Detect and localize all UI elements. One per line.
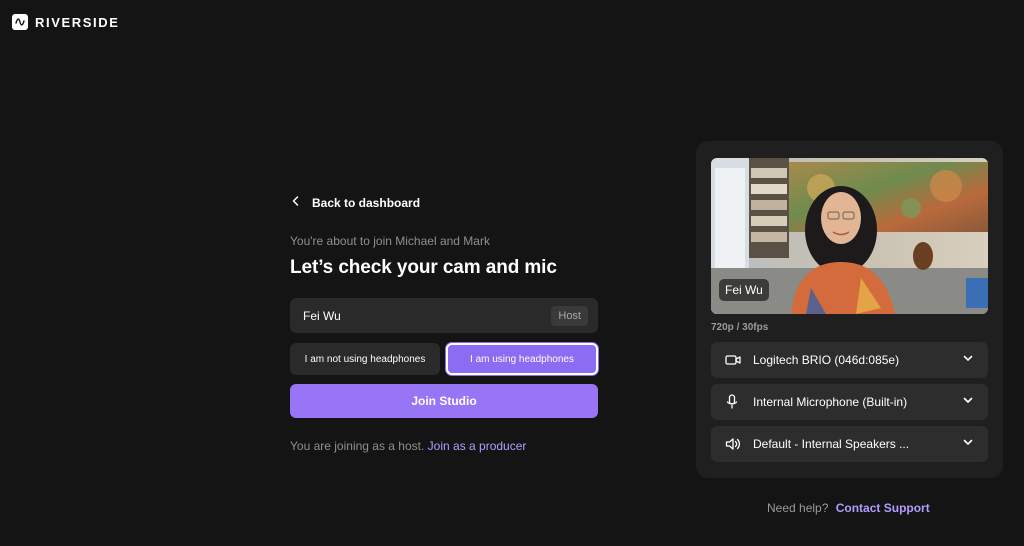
contact-support-link[interactable]: Contact Support [836,501,930,515]
camera-device-label: Logitech BRIO (046d:085e) [753,353,900,367]
page-title: Let’s check your cam and mic [290,257,557,278]
join-form: Back to dashboard You're about to join M… [290,194,598,453]
video-resolution: 720p / 30fps [711,322,769,333]
camera-select[interactable]: Logitech BRIO (046d:085e) [711,342,988,378]
waveform-icon [12,14,28,30]
join-studio-page: RIVERSIDE Back to dashboard You're about… [0,0,1024,546]
chevron-down-icon [962,435,974,453]
not-using-headphones-button[interactable]: I am not using headphones [290,343,440,375]
join-studio-button[interactable]: Join Studio [290,384,598,418]
help-text: Need help? Contact Support [767,501,930,515]
using-headphones-button[interactable]: I am using headphones [446,343,598,375]
headphones-toggle: I am not using headphones I am using hea… [290,343,598,375]
participant-name-badge: Fei Wu [719,279,769,301]
microphone-select[interactable]: Internal Microphone (Built-in) [711,384,988,420]
speaker-icon [725,437,743,451]
speaker-device-label: Default - Internal Speakers ... [753,437,910,451]
microphone-device-label: Internal Microphone (Built-in) [753,395,908,409]
chevron-down-icon [962,351,974,369]
need-help-label: Need help? [767,501,829,515]
name-value[interactable]: Fei Wu [303,309,341,323]
name-field[interactable]: Fei Wu Host [290,298,598,333]
joining-role-text: You are joining as a host. Join as a pro… [290,439,598,453]
join-as-producer-link[interactable]: Join as a producer [428,439,527,453]
chevron-left-icon [290,194,302,212]
microphone-icon [725,394,743,410]
speaker-select[interactable]: Default - Internal Speakers ... [711,426,988,462]
role-badge: Host [551,305,588,326]
device-settings-panel: Fei Wu 720p / 30fps Logitech BRIO (046d:… [696,141,1003,478]
camera-preview: Fei Wu [711,158,988,314]
back-label: Back to dashboard [312,196,421,210]
back-to-dashboard-link[interactable]: Back to dashboard [290,194,598,212]
chevron-down-icon [962,393,974,411]
joining-as-host-text: You are joining as a host. [290,439,425,453]
camera-icon [725,354,743,366]
riverside-logo[interactable]: RIVERSIDE [12,14,119,30]
join-subtitle: You're about to join Michael and Mark [290,234,490,248]
brand-name: RIVERSIDE [35,14,120,30]
